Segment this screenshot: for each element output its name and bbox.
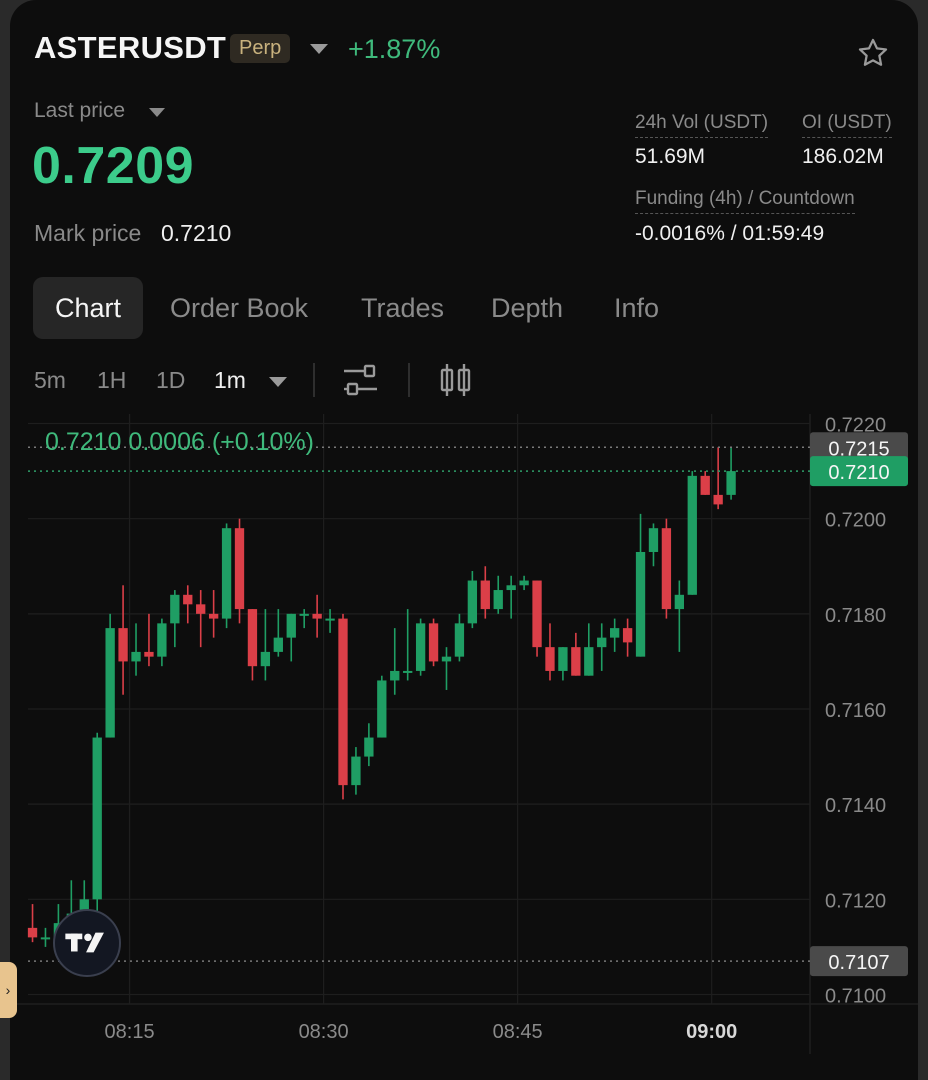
x-tick-label: 08:45: [493, 1021, 543, 1043]
candle-body: [545, 647, 555, 671]
candle-body: [234, 528, 245, 610]
timeframe-1d[interactable]: 1D: [156, 367, 185, 394]
x-tick-label: 08:15: [105, 1021, 155, 1043]
candle-body: [183, 594, 193, 605]
candle-body: [622, 628, 633, 643]
candle-body: [571, 647, 581, 676]
ohlc-readout: 0.7210 0.0006 (+0.10%): [45, 428, 314, 456]
last-price-value: 0.7209: [32, 137, 195, 195]
candle-body: [131, 651, 141, 662]
x-tick-label: 09:00: [686, 1021, 737, 1043]
candle-body: [519, 580, 529, 586]
candle-body: [325, 618, 335, 621]
candle-body: [260, 651, 271, 667]
candle-body: [144, 651, 154, 657]
candle-body: [364, 737, 374, 757]
candle-body: [351, 756, 361, 786]
candlestick-chart[interactable]: 0.71000.71200.71400.71600.71800.72000.72…: [10, 414, 918, 1054]
candle-body: [428, 623, 439, 662]
mark-price-value: 0.7210: [161, 220, 232, 246]
symbol-title[interactable]: ASTERUSDT: [34, 30, 226, 66]
tab-order-book[interactable]: Order Book: [170, 277, 308, 339]
last-price-label[interactable]: Last price: [34, 99, 125, 123]
indicator-settings-icon[interactable]: [343, 363, 379, 397]
candle-body: [661, 528, 672, 610]
timeframe-dropdown-icon[interactable]: [269, 377, 287, 387]
candle-body: [532, 580, 542, 648]
tradingview-logo-icon[interactable]: [53, 909, 121, 977]
candle-body: [415, 623, 426, 671]
candle-body: [312, 613, 322, 619]
candle-body: [338, 618, 348, 786]
candle-body: [40, 937, 51, 940]
toolbar-divider: [408, 363, 410, 397]
candle-body: [170, 594, 180, 624]
y-tick-label: 0.7140: [825, 795, 886, 817]
funding-label[interactable]: Funding (4h) / Countdown: [635, 188, 855, 214]
side-panel-toggle[interactable]: ›: [0, 962, 17, 1018]
open-interest-label[interactable]: OI (USDT): [802, 112, 892, 138]
candle-body: [454, 623, 465, 657]
open-interest-value: 186.02M: [802, 145, 884, 168]
y-tick-label: 0.7160: [825, 700, 886, 722]
candle-body: [27, 927, 38, 938]
candle-body: [441, 656, 452, 662]
chevron-down-icon[interactable]: [310, 44, 328, 54]
timeframe-1h[interactable]: 1H: [97, 367, 126, 394]
candle-body: [247, 609, 258, 667]
market-panel: ASTERUSDT Perp +1.87% Last price 0.7209 …: [10, 0, 918, 1080]
candle-body: [92, 737, 102, 900]
candle-body: [648, 528, 659, 552]
candle-body: [377, 680, 387, 738]
x-tick-label: 08:30: [299, 1021, 349, 1043]
candle-body: [403, 670, 413, 673]
candle-body: [610, 628, 620, 638]
caret-down-icon[interactable]: [149, 108, 165, 117]
candle-body: [286, 613, 296, 638]
tab-info[interactable]: Info: [614, 277, 659, 339]
funding-value: -0.0016% / 01:59:49: [635, 222, 825, 245]
candle-body: [558, 647, 568, 671]
timeframe-5m[interactable]: 5m: [34, 367, 66, 394]
tab-depth[interactable]: Depth: [491, 277, 563, 339]
candle-body: [674, 594, 685, 610]
tab-trades[interactable]: Trades: [361, 277, 444, 339]
y-tick-label: 0.7120: [825, 890, 886, 912]
candle-body: [196, 604, 206, 614]
tab-chart[interactable]: Chart: [33, 277, 143, 339]
candle-body: [597, 637, 607, 648]
candle-body: [700, 475, 710, 495]
candle-body: [390, 670, 400, 681]
candle-body: [208, 613, 219, 619]
perp-badge: Perp: [230, 34, 291, 63]
candle-body: [299, 613, 309, 616]
candle-body: [687, 475, 697, 595]
star-icon[interactable]: [856, 36, 890, 70]
candlestick-type-icon[interactable]: [438, 362, 474, 398]
candle-body: [157, 623, 167, 657]
candle-body: [635, 551, 646, 657]
candle-body: [506, 585, 516, 591]
mark-price-label: Mark price: [34, 220, 142, 246]
candle-body: [726, 471, 736, 495]
volume-label[interactable]: 24h Vol (USDT): [635, 112, 769, 138]
candle-body: [105, 628, 115, 738]
price-tag-label: 0.7210: [828, 462, 889, 484]
candle-body: [273, 637, 283, 652]
candle-body: [584, 647, 594, 676]
candle-body: [467, 580, 478, 624]
candle-body: [713, 494, 723, 505]
toolbar-divider: [313, 363, 315, 397]
y-tick-label: 0.7180: [825, 605, 886, 627]
y-tick-label: 0.7200: [825, 510, 886, 532]
candle-body: [221, 528, 232, 619]
timeframe-1m[interactable]: 1m: [214, 367, 246, 394]
candle-body: [480, 580, 490, 610]
volume-value: 51.69M: [635, 145, 706, 168]
price-tag-label: 0.7107: [828, 952, 889, 974]
candle-body: [118, 628, 128, 662]
candle-body: [493, 590, 503, 610]
price-change-percent: +1.87%: [348, 34, 441, 64]
